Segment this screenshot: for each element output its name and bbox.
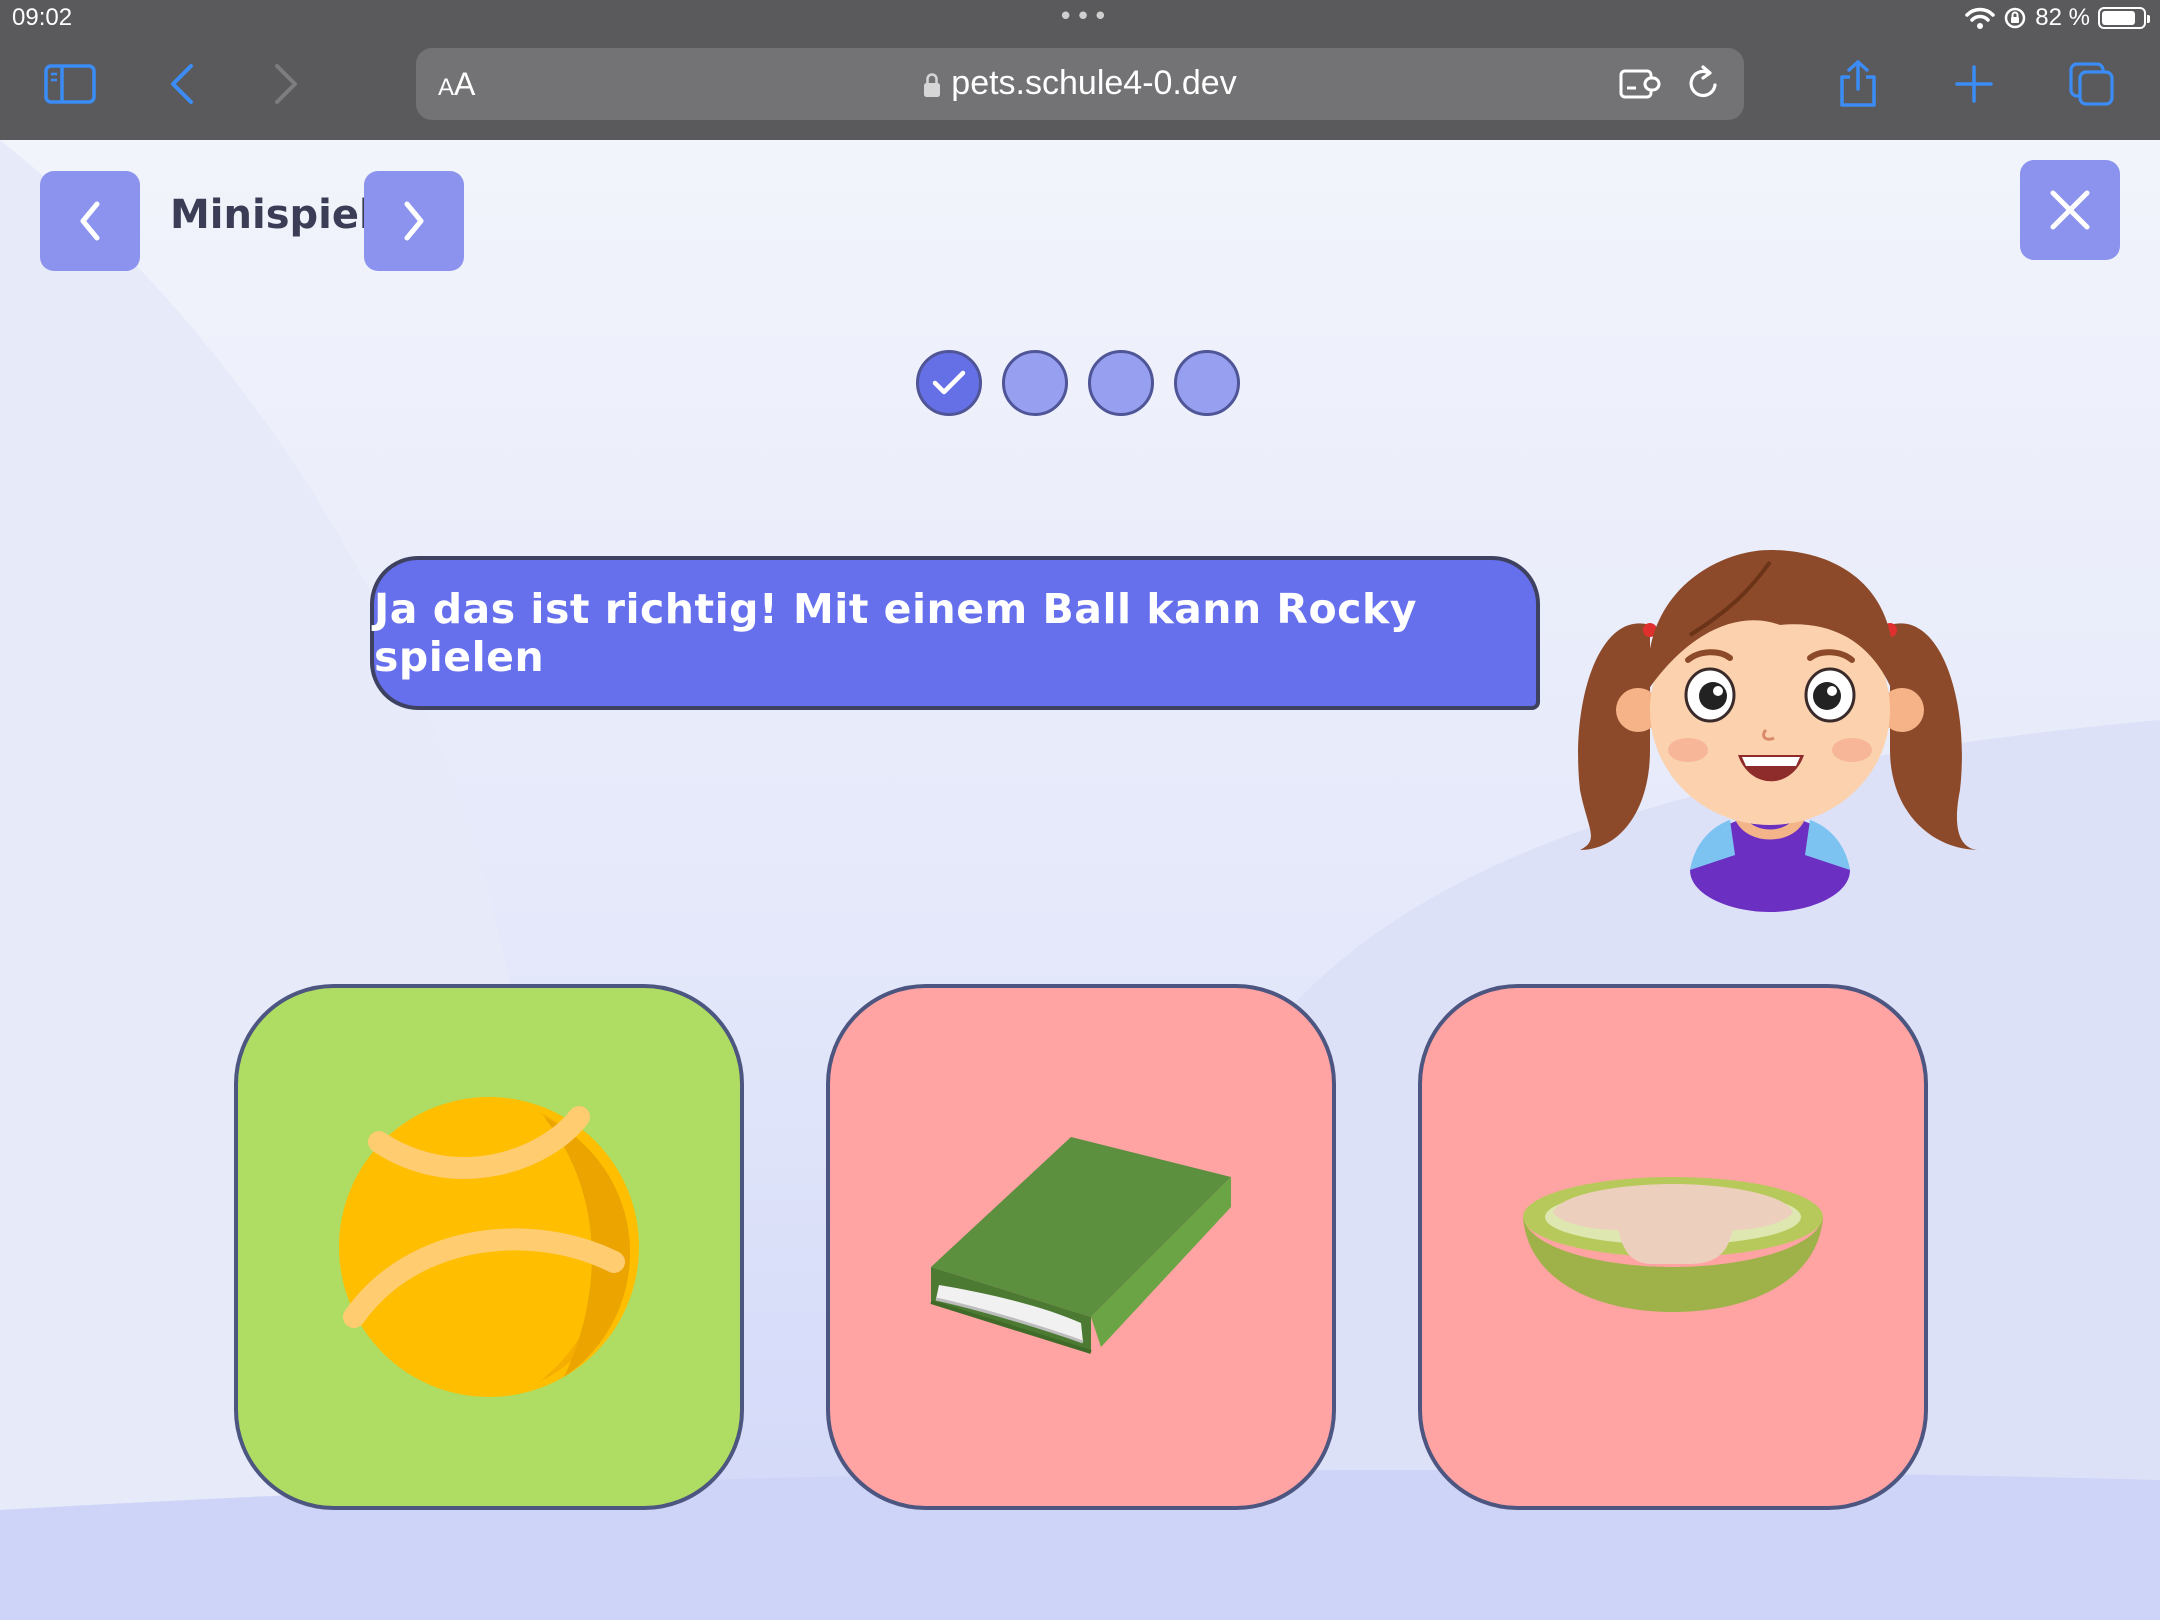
- url-text: pets.schule4-0.dev: [951, 64, 1237, 102]
- share-button[interactable]: [1826, 56, 1890, 112]
- close-icon: [2050, 190, 2090, 230]
- battery-percent: 82 %: [2035, 4, 2090, 31]
- reload-icon: [1689, 65, 1717, 98]
- url-field[interactable]: pets.schule4-0.dev: [416, 64, 1744, 103]
- forward-button[interactable]: [254, 56, 318, 112]
- progress-step-1: [916, 350, 982, 416]
- tabs-button[interactable]: [2060, 56, 2124, 112]
- close-button[interactable]: [2020, 160, 2120, 260]
- back-icon: [171, 64, 193, 104]
- lock-icon: [924, 73, 941, 98]
- girl-character: [1578, 550, 1980, 912]
- sidebar-icon: [44, 64, 96, 104]
- progress-step-4: [1174, 350, 1240, 416]
- chevron-left-icon: [80, 201, 100, 241]
- share-icon: [1840, 60, 1876, 107]
- extension-button[interactable]: [1618, 66, 1664, 106]
- page-title: Minispiel: [170, 192, 373, 238]
- multitasking-dots[interactable]: •••: [1058, 2, 1110, 32]
- book-icon: [930, 1137, 1231, 1354]
- back-button[interactable]: [150, 56, 214, 112]
- status-right: 82 %: [1965, 4, 2150, 32]
- tabs-icon: [2069, 62, 2114, 106]
- wifi-icon: [1965, 7, 1996, 29]
- speech-text: Ja das ist richtig! Mit einem Ball kann …: [374, 585, 1417, 681]
- reload-button[interactable]: [1684, 64, 1722, 106]
- speech-bubble: Ja das ist richtig! Mit einem Ball kann …: [370, 556, 1540, 710]
- new-tab-icon: [1955, 65, 1993, 103]
- forward-icon: [275, 64, 297, 104]
- extension-icon: [1619, 69, 1661, 99]
- pet-bed-icon: [1523, 1177, 1823, 1312]
- address-bar[interactable]: AA pets.schule4-0.dev: [416, 48, 1744, 120]
- check-icon: [932, 370, 966, 395]
- battery-icon: [2098, 7, 2150, 29]
- progress-indicator: [916, 350, 1240, 416]
- progress-step-2: [1002, 350, 1068, 416]
- tennis-ball-icon: [339, 1097, 639, 1397]
- answer-card-pet-bed[interactable]: [1418, 984, 1928, 1510]
- previous-button[interactable]: [40, 171, 140, 271]
- answer-card-ball[interactable]: [234, 984, 744, 1510]
- progress-step-3: [1088, 350, 1154, 416]
- status-time: 09:02: [12, 4, 73, 31]
- game-page: Minispiel Ja das ist richtig! Mit einem …: [0, 140, 2160, 1620]
- browser-chrome: 09:02 ••• 82 % AA pets.schule4-0.dev: [0, 0, 2160, 140]
- new-tab-button[interactable]: [1942, 56, 2006, 112]
- orientation-lock-icon: [2005, 7, 2026, 29]
- next-button[interactable]: [364, 171, 464, 271]
- sidebar-button[interactable]: [38, 56, 102, 112]
- answer-card-book[interactable]: [826, 984, 1336, 1510]
- chevron-right-icon: [404, 201, 424, 241]
- battery-level: [2102, 11, 2135, 25]
